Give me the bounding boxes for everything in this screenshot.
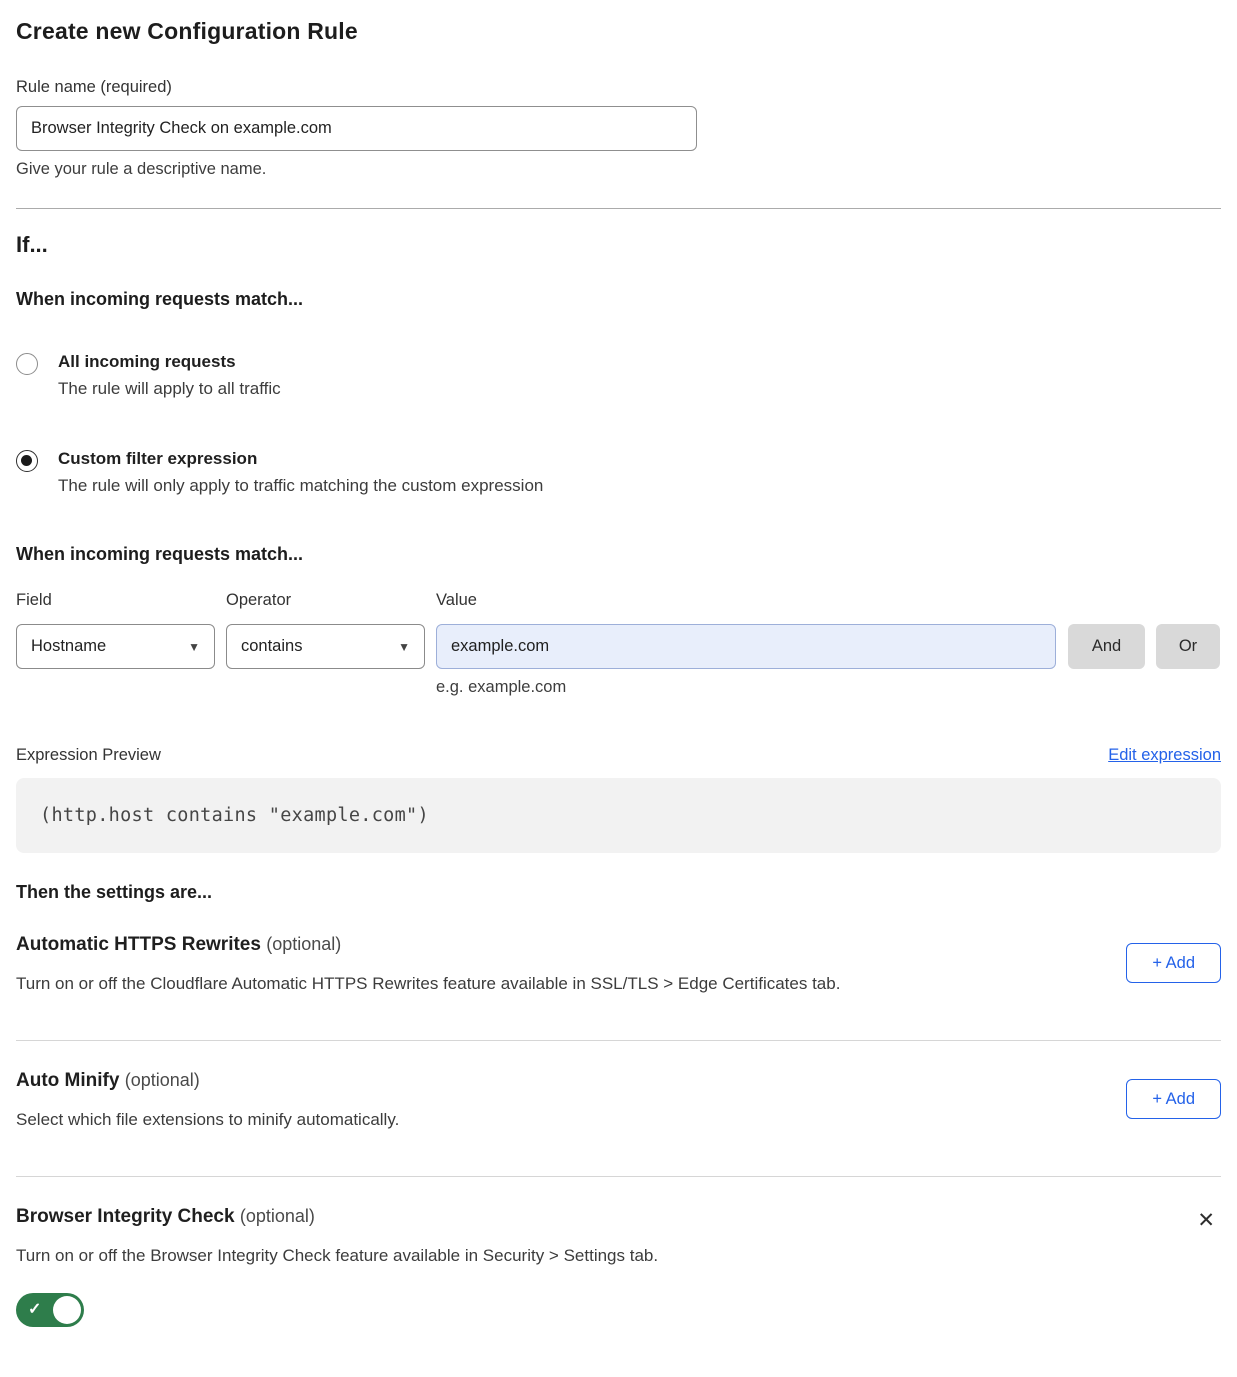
rule-name-helper: Give your rule a descriptive name. [16, 160, 1221, 179]
chevron-down-icon: ▼ [188, 640, 200, 654]
radio-label: All incoming requests [58, 352, 281, 372]
value-input[interactable] [436, 624, 1056, 669]
setting-description: Select which file extensions to minify a… [16, 1110, 399, 1130]
radio-button-all-requests[interactable] [16, 353, 38, 375]
add-automatic-https-rewrites-button[interactable]: + Add [1126, 943, 1221, 983]
setting-texts: Automatic HTTPS Rewrites (optional) Turn… [16, 934, 840, 994]
setting-section-auto-minify: Auto Minify (optional) Select which file… [16, 1070, 1221, 1130]
radio-description: The rule will apply to all traffic [58, 379, 281, 399]
match-heading: When incoming requests match... [16, 289, 1221, 310]
field-column: Field Hostname ▼ [16, 591, 215, 697]
setting-texts: Auto Minify (optional) Select which file… [16, 1070, 399, 1130]
filter-heading: When incoming requests match... [16, 544, 1221, 565]
value-helper: e.g. example.com [436, 678, 1056, 697]
rule-name-group: Rule name (required) Give your rule a de… [16, 78, 1221, 179]
value-label: Value [436, 591, 1056, 610]
field-label: Field [16, 591, 215, 610]
or-button[interactable]: Or [1156, 624, 1220, 669]
browser-integrity-check-toggle[interactable]: ✓ [16, 1293, 84, 1327]
rule-name-input[interactable] [16, 106, 697, 151]
setting-title: Automatic HTTPS Rewrites (optional) [16, 934, 840, 956]
section-divider [16, 1040, 1221, 1041]
then-settings-heading: Then the settings are... [16, 882, 1221, 903]
expression-preview-label: Expression Preview [16, 746, 161, 765]
radio-option-all-requests[interactable]: All incoming requests The rule will appl… [16, 352, 1221, 399]
operator-select[interactable]: contains ▼ [226, 624, 425, 669]
section-divider [16, 208, 1221, 209]
operator-select-value: contains [241, 637, 302, 656]
operator-label: Operator [226, 591, 425, 610]
radio-option-custom-filter[interactable]: Custom filter expression The rule will o… [16, 449, 1221, 496]
radio-button-custom-filter[interactable] [16, 450, 38, 472]
page-title: Create new Configuration Rule [16, 18, 1221, 45]
rule-name-label: Rule name (required) [16, 78, 1221, 97]
chevron-down-icon: ▼ [398, 640, 410, 654]
value-column: Value e.g. example.com [436, 591, 1056, 697]
setting-section-automatic-https-rewrites: Automatic HTTPS Rewrites (optional) Turn… [16, 934, 1221, 994]
expression-preview-row: Expression Preview Edit expression [16, 746, 1221, 765]
optional-tag: (optional) [240, 1206, 315, 1226]
and-button[interactable]: And [1068, 624, 1145, 669]
edit-expression-link[interactable]: Edit expression [1108, 746, 1221, 765]
operator-column: Operator contains ▼ [226, 591, 425, 697]
if-heading: If... [16, 232, 1221, 258]
filter-expression-row: Field Hostname ▼ Operator contains ▼ Val… [16, 591, 1221, 697]
radio-option-texts: All incoming requests The rule will appl… [58, 352, 281, 399]
setting-description: Turn on or off the Browser Integrity Che… [16, 1246, 658, 1266]
add-auto-minify-button[interactable]: + Add [1126, 1079, 1221, 1119]
radio-option-texts: Custom filter expression The rule will o… [58, 449, 543, 496]
section-divider [16, 1176, 1221, 1177]
setting-title: Auto Minify (optional) [16, 1070, 399, 1092]
field-select[interactable]: Hostname ▼ [16, 624, 215, 669]
field-select-value: Hostname [31, 637, 106, 656]
setting-description: Turn on or off the Cloudflare Automatic … [16, 974, 840, 994]
setting-texts: Browser Integrity Check (optional) Turn … [16, 1206, 658, 1332]
optional-tag: (optional) [125, 1070, 200, 1090]
radio-label: Custom filter expression [58, 449, 543, 469]
expression-code-box: (http.host contains "example.com") [16, 778, 1221, 853]
radio-description: The rule will only apply to traffic matc… [58, 476, 543, 496]
toggle-knob [53, 1296, 81, 1324]
setting-title: Browser Integrity Check (optional) [16, 1206, 658, 1228]
setting-section-browser-integrity-check: Browser Integrity Check (optional) Turn … [16, 1206, 1221, 1332]
check-icon: ✓ [28, 1299, 41, 1319]
optional-tag: (optional) [266, 934, 341, 954]
close-icon[interactable]: ✕ [1197, 1210, 1215, 1231]
